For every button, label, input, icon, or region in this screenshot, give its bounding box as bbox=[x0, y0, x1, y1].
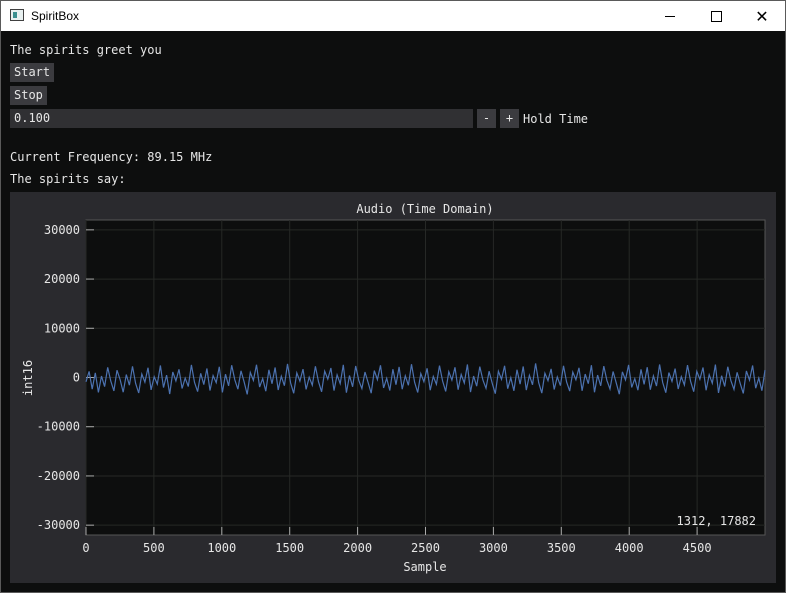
close-icon: ✕ bbox=[755, 6, 769, 26]
y-tick-label: 0 bbox=[73, 371, 80, 385]
main-content: The spirits greet you Start Stop 0.100 -… bbox=[1, 32, 785, 592]
title-bar[interactable]: SpiritBox ✕ bbox=[1, 1, 785, 31]
start-button[interactable]: Start bbox=[10, 63, 55, 82]
spirits-say-label: The spirits say: bbox=[10, 172, 126, 186]
audio-plot[interactable]: 0 500 1000 1500 2000 2500 3000 3500 4000 4500 3000… bbox=[10, 192, 776, 583]
y-tick-label: 20000 bbox=[44, 272, 80, 286]
window-title: SpiritBox bbox=[31, 9, 80, 23]
greeting-text: The spirits greet you bbox=[10, 43, 162, 57]
x-tick-label: 4500 bbox=[683, 541, 712, 555]
hold-time-increment-button[interactable]: + bbox=[500, 109, 519, 128]
x-tick-label: 500 bbox=[143, 541, 165, 555]
x-tick-label: 3500 bbox=[547, 541, 576, 555]
maximize-icon bbox=[710, 10, 722, 22]
y-tick-label: -10000 bbox=[37, 420, 80, 434]
x-tick-label: 2500 bbox=[411, 541, 440, 555]
x-axis-label: Sample bbox=[403, 560, 446, 574]
app-icon bbox=[10, 9, 24, 21]
cursor-readout: 1312, 17882 bbox=[677, 514, 756, 528]
hold-time-input[interactable]: 0.100 bbox=[10, 109, 473, 128]
minimize-button[interactable] bbox=[647, 1, 693, 31]
x-tick-label: 0 bbox=[82, 541, 89, 555]
y-tick-label: 30000 bbox=[44, 223, 80, 237]
y-tick-label: -30000 bbox=[37, 518, 80, 532]
x-tick-label: 1000 bbox=[207, 541, 236, 555]
x-tick-label: 1500 bbox=[275, 541, 304, 555]
minimize-icon bbox=[665, 15, 675, 17]
x-tick-label: 3000 bbox=[479, 541, 508, 555]
y-axis-label: int16 bbox=[21, 360, 35, 396]
hold-time-label: Hold Time bbox=[523, 112, 589, 126]
x-tick-label: 4000 bbox=[615, 541, 644, 555]
maximize-button[interactable] bbox=[693, 1, 739, 31]
x-tick-label: 2000 bbox=[343, 541, 372, 555]
hold-time-decrement-button[interactable]: - bbox=[477, 109, 496, 128]
audio-plot-svg[interactable]: 0 500 1000 1500 2000 2500 3000 3500 4000 4500 3000… bbox=[10, 192, 776, 583]
y-tick-label: -20000 bbox=[37, 469, 80, 483]
current-frequency-text: Current Frequency: 89.15 MHz bbox=[10, 150, 213, 164]
stop-button[interactable]: Stop bbox=[10, 86, 47, 105]
app-window: SpiritBox ✕ The spirits greet you Start … bbox=[0, 0, 786, 593]
close-button[interactable]: ✕ bbox=[739, 1, 785, 31]
plot-title: Audio (Time Domain) bbox=[356, 202, 493, 216]
y-tick-label: 10000 bbox=[44, 321, 80, 335]
